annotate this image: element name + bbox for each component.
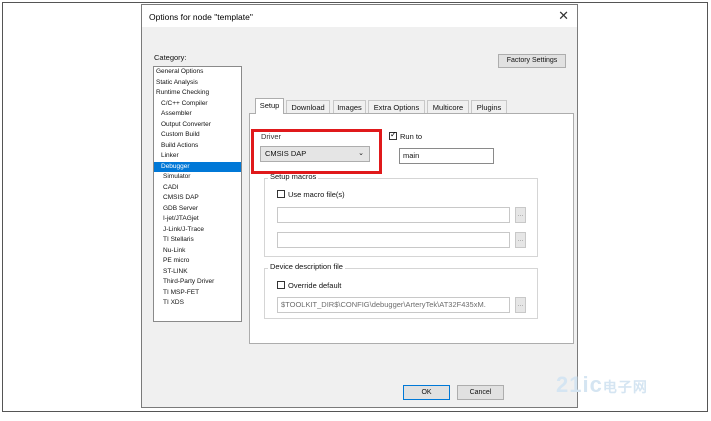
title-bar: Options for node "template" ✕ bbox=[142, 5, 577, 27]
category-item-ti-xds[interactable]: TI XDS bbox=[154, 298, 241, 309]
tab-extra-options[interactable]: Extra Options bbox=[368, 100, 425, 113]
use-macro-label: Use macro file(s) bbox=[288, 190, 345, 199]
category-item-debugger[interactable]: Debugger bbox=[154, 161, 241, 172]
category-item-i-jet-jtagjet[interactable]: I-jet/JTAGjet bbox=[154, 214, 241, 225]
factory-settings-button[interactable]: Factory Settings bbox=[498, 54, 566, 68]
category-item-pe-micro[interactable]: PE micro bbox=[154, 256, 241, 267]
category-item-linker[interactable]: Linker bbox=[154, 151, 241, 162]
run-to-input[interactable]: main bbox=[399, 148, 494, 164]
category-item-build-actions[interactable]: Build Actions bbox=[154, 141, 241, 152]
tab-multicore[interactable]: Multicore bbox=[427, 100, 469, 113]
use-macro-checkbox[interactable] bbox=[277, 190, 285, 198]
category-item-ti-stellaris[interactable]: TI Stellaris bbox=[154, 235, 241, 246]
category-item-assembler[interactable]: Assembler bbox=[154, 109, 241, 120]
category-item-cadi[interactable]: CADI bbox=[154, 183, 241, 194]
category-item-nu-link[interactable]: Nu-Link bbox=[154, 246, 241, 257]
options-dialog: Options for node "template" ✕ Category: … bbox=[141, 4, 578, 408]
category-item-custom-build[interactable]: Custom Build bbox=[154, 130, 241, 141]
browse-device-button[interactable]: ... bbox=[515, 297, 526, 313]
tab-setup[interactable]: Setup bbox=[255, 98, 284, 114]
tab-images[interactable]: Images bbox=[333, 100, 366, 113]
run-to-label: Run to bbox=[400, 132, 423, 141]
run-to-checkbox[interactable] bbox=[389, 130, 397, 140]
category-item-cmsis-dap[interactable]: CMSIS DAP bbox=[154, 193, 241, 204]
category-item-gdb-server[interactable]: GDB Server bbox=[154, 204, 241, 215]
category-label: Category: bbox=[154, 53, 187, 62]
category-item-st-link[interactable]: ST-LINK bbox=[154, 267, 241, 278]
watermark-cn: 电子网 bbox=[602, 379, 648, 395]
category-item-ti-msp-fet[interactable]: TI MSP-FET bbox=[154, 288, 241, 299]
red-highlight-box bbox=[251, 129, 382, 174]
cancel-button[interactable]: Cancel bbox=[457, 385, 504, 400]
category-item-runtime-checking[interactable]: Runtime Checking bbox=[154, 88, 241, 99]
tab-download[interactable]: Download bbox=[286, 100, 330, 113]
category-item-third-party-driver[interactable]: Third-Party Driver bbox=[154, 277, 241, 288]
category-item-simulator[interactable]: Simulator bbox=[154, 172, 241, 183]
browse-macro-button-1[interactable]: ... bbox=[515, 207, 526, 223]
category-item-general-options[interactable]: General Options bbox=[154, 67, 241, 78]
category-item-static-analysis[interactable]: Static Analysis bbox=[154, 78, 241, 89]
device-description-label: Device description file bbox=[268, 262, 345, 271]
device-file-input[interactable]: $TOOLKIT_DIR$\CONFIG\debugger\ArteryTek\… bbox=[277, 297, 510, 313]
category-item-c-c-compiler[interactable]: C/C++ Compiler bbox=[154, 99, 241, 110]
ok-button[interactable]: OK bbox=[403, 385, 450, 400]
macro-file-input-2[interactable] bbox=[277, 232, 510, 248]
category-list[interactable]: General Options Static Analysis Runtime Ch… bbox=[153, 66, 242, 322]
override-default-label: Override default bbox=[288, 281, 342, 290]
category-item-j-link-j-trace[interactable]: J-Link/J-Trace bbox=[154, 225, 241, 236]
watermark-brand: 21ic bbox=[556, 372, 603, 397]
tab-plugins[interactable]: Plugins bbox=[471, 100, 507, 113]
override-default-checkbox[interactable] bbox=[277, 281, 285, 289]
category-item-output-converter[interactable]: Output Converter bbox=[154, 120, 241, 131]
browse-macro-button-2[interactable]: ... bbox=[515, 232, 526, 248]
dialog-title: Options for node "template" bbox=[149, 12, 253, 22]
watermark-logo: 21ic电子网 bbox=[556, 372, 648, 398]
close-icon[interactable]: ✕ bbox=[558, 8, 569, 24]
macro-file-input-1[interactable] bbox=[277, 207, 510, 223]
